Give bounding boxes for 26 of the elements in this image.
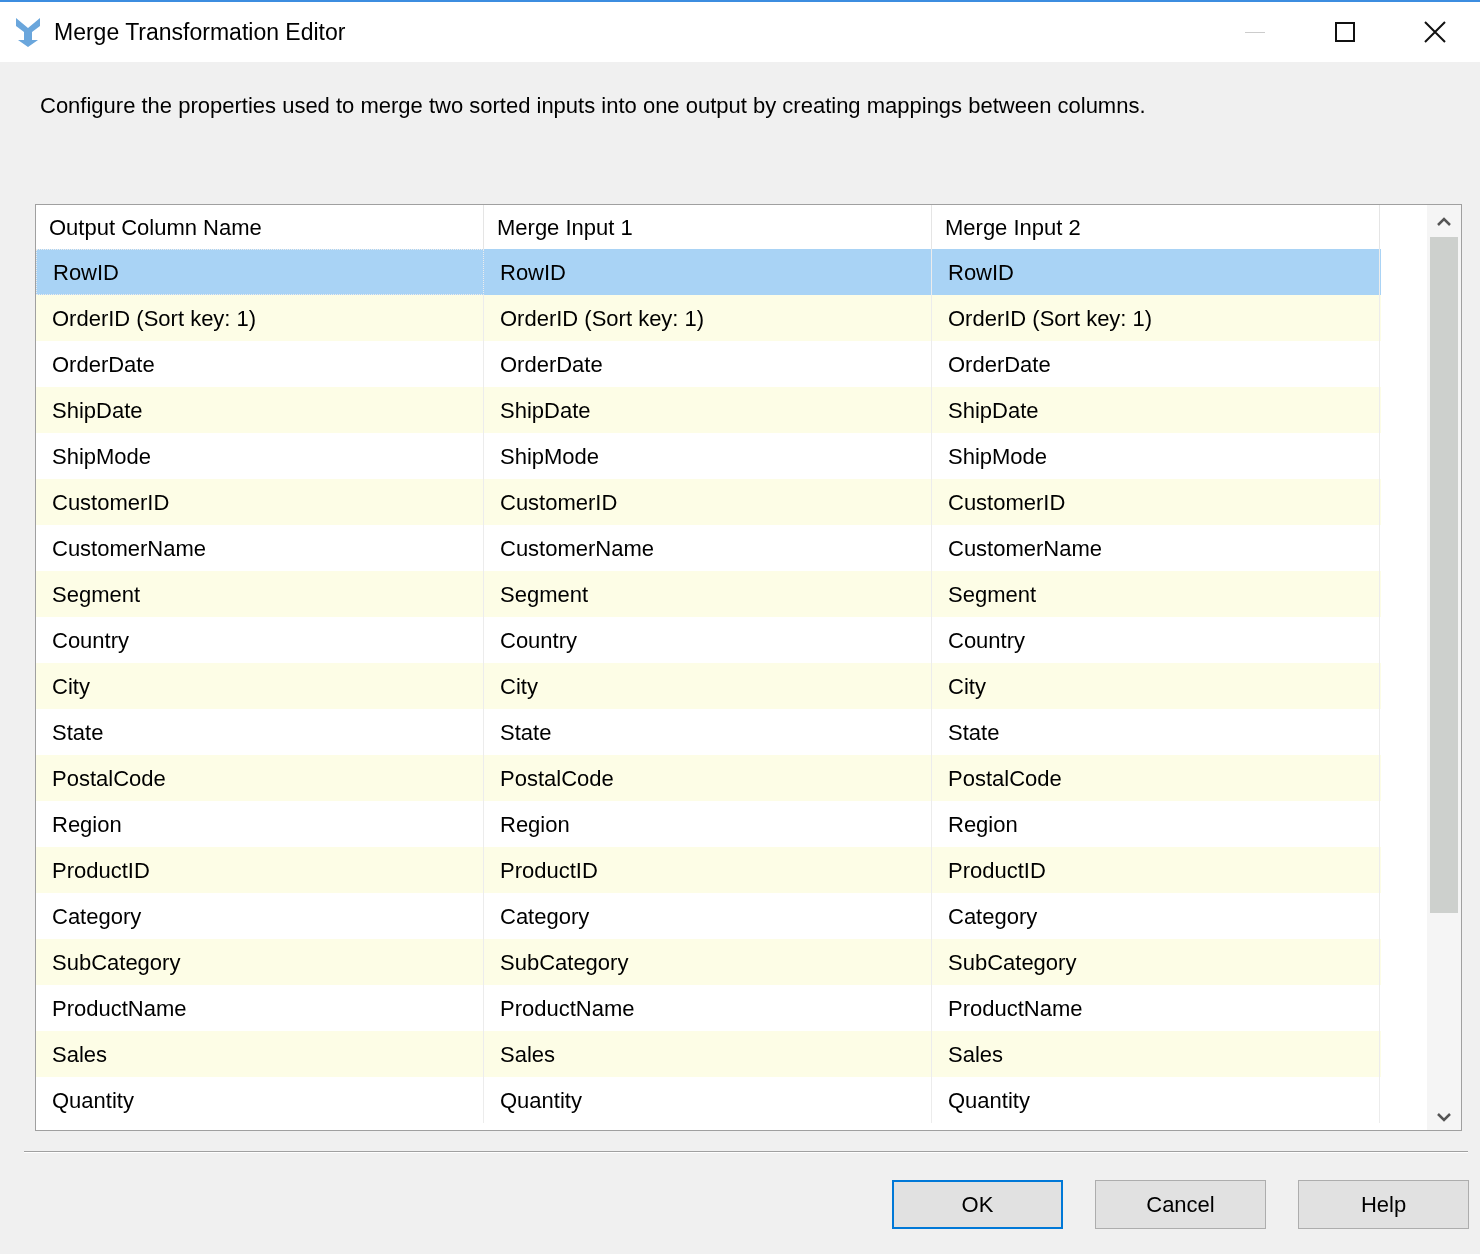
maximize-icon (1335, 22, 1355, 42)
table-row[interactable]: ProductID ProductID ProductID (36, 847, 1381, 893)
scroll-up-icon[interactable] (1437, 217, 1451, 227)
description-text: Configure the properties used to merge two sorted inputs into one output by creating mappings between columns. (40, 92, 1147, 120)
dialog-button[interactable]: Help (1298, 1180, 1469, 1229)
table-row[interactable]: OrderID (Sort key: 1) OrderID (Sort key: 1) OrderID (Sort key: 1) (36, 295, 1381, 341)
dialog-button[interactable]: OK (892, 1180, 1063, 1229)
dialog-button[interactable]: Cancel (1095, 1180, 1266, 1229)
table-row[interactable]: City City City (36, 663, 1381, 709)
close-icon (1424, 21, 1446, 43)
table-row[interactable]: RowID RowID RowID (36, 249, 1381, 295)
table-row[interactable]: SubCategory SubCategory SubCategory (36, 939, 1381, 985)
table-cell: Quantity (484, 1077, 932, 1123)
scrollbar-thumb[interactable] (1430, 237, 1458, 913)
table-row[interactable]: PostalCode PostalCode PostalCode (36, 755, 1381, 801)
merge-arrow-icon (14, 16, 42, 48)
table-row[interactable]: Segment Segment Segment (36, 571, 1381, 617)
window-title: Merge Transformation Editor (54, 17, 346, 47)
table-row[interactable]: Sales Sales Sales (36, 1031, 1381, 1077)
table-row[interactable]: CustomerID CustomerID CustomerID (36, 479, 1381, 525)
scrollbar[interactable] (1427, 205, 1461, 1130)
table-cell: Quantity (36, 1077, 484, 1123)
scroll-down-icon[interactable] (1437, 1112, 1451, 1122)
minimize-icon (1245, 31, 1265, 33)
table-cell: Quantity (932, 1077, 1380, 1123)
table-row[interactable]: ShipDate ShipDate ShipDate (36, 387, 1381, 433)
